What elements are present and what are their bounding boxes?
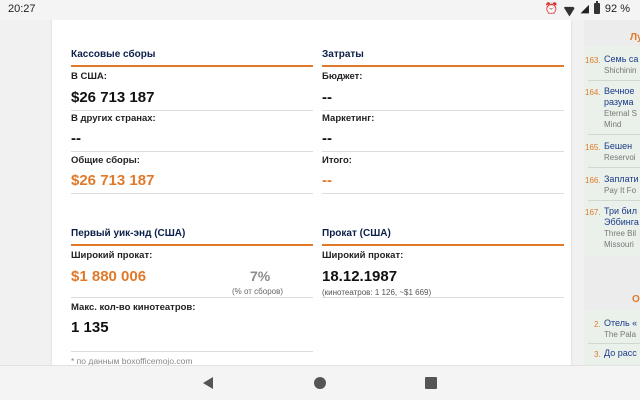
opening-weekend-title: Первый уик-энд (США) xyxy=(71,228,313,246)
marketing-value: -- xyxy=(322,130,332,147)
sidebar-item-title[interactable]: До расс xyxy=(604,348,637,358)
divider xyxy=(71,110,313,111)
sidebar-item-number: 166. xyxy=(585,176,601,185)
sidebar-item-subtitle: Pay It Fo xyxy=(604,186,637,195)
box-office-section: Кассовые сборы xyxy=(71,49,313,67)
sidebar-item-number: 165. xyxy=(585,143,601,152)
sidebar-item-subtitle: The Pala xyxy=(604,330,637,339)
battery-icon xyxy=(593,1,600,14)
wifi-icon xyxy=(563,4,575,14)
sidebar-top-list: Лу 163. Семь са Shichinin 164. Вечное ра… xyxy=(584,20,640,365)
divider xyxy=(71,151,313,152)
max-theaters-label: Макс. кол-во кинотеатров: xyxy=(71,302,196,313)
sidebar-item-title-line2[interactable]: разума xyxy=(604,97,634,107)
budget-label: Бюджет: xyxy=(322,71,363,82)
costs-total-label: Итого: xyxy=(322,155,352,166)
battery-percent: 92 % xyxy=(604,2,630,15)
sidebar-item-title[interactable]: Вечное xyxy=(604,86,634,96)
divider xyxy=(322,297,564,298)
usa-label: В США: xyxy=(71,71,107,82)
sidebar-item-number: 163. xyxy=(585,56,601,65)
sidebar-item-number: 3. xyxy=(594,350,601,359)
opening-wide-value: $1 880 006 xyxy=(71,268,147,285)
signal-icon: ◢ xyxy=(580,3,589,15)
costs-section: Затраты xyxy=(322,49,564,67)
opening-weekend-section: Первый уик-энд (США) xyxy=(71,228,313,246)
divider xyxy=(322,151,564,152)
total-gross-value: $26 713 187 xyxy=(71,172,155,189)
navigation-bar xyxy=(0,365,640,400)
box-office-title: Кассовые сборы xyxy=(71,49,313,67)
opening-wide-label: Широкий прокат: xyxy=(71,250,153,261)
sidebar-item-number: 2. xyxy=(594,320,601,329)
alarm-icon: ⏰ xyxy=(544,3,559,15)
sidebar-list: 163. Семь са Shichinin 164. Вечное разум… xyxy=(584,46,640,256)
costs-total-value: -- xyxy=(322,172,332,189)
divider xyxy=(322,110,564,111)
marketing-label: Маркетинг: xyxy=(322,113,375,124)
max-theaters-value: 1 135 xyxy=(71,319,109,336)
sidebar-item-number: 164. xyxy=(585,88,601,97)
sidebar-item-subtitle-line2: Mind xyxy=(604,120,622,129)
release-section: Прокат (США) xyxy=(322,228,564,246)
release-wide-label: Широкий прокат: xyxy=(322,250,404,261)
sidebar-list-2: 2. Отель « The Pala 3. До расс xyxy=(584,310,640,365)
budget-value: -- xyxy=(322,89,332,106)
sidebar-item-title[interactable]: Семь са xyxy=(604,54,638,64)
sidebar-divider xyxy=(588,80,640,81)
sidebar-item-title[interactable]: Три бил xyxy=(604,206,637,216)
sidebar-heading-top: Лу xyxy=(630,32,640,43)
home-circle-icon[interactable] xyxy=(314,377,326,389)
release-title: Прокат (США) xyxy=(322,228,564,246)
page-content[interactable]: Кассовые сборы В США: $26 713 187 В друг… xyxy=(0,20,640,365)
sidebar-heading-bottom: Оз xyxy=(632,294,640,305)
back-triangle-icon[interactable] xyxy=(203,377,213,389)
other-countries-value: -- xyxy=(71,130,81,147)
sidebar-item-subtitle: Three Bil xyxy=(604,229,637,238)
divider xyxy=(322,193,564,194)
opening-percent: 7% xyxy=(250,268,271,284)
box-office-panel: Кассовые сборы В США: $26 713 187 В друг… xyxy=(52,20,571,365)
status-bar: 20:27 ⏰ ◢ 92 % xyxy=(0,0,640,20)
opening-percent-note: (% от сборов) xyxy=(232,287,284,296)
divider xyxy=(71,193,313,194)
other-countries-label: В других странах: xyxy=(71,113,156,124)
clock: 20:27 xyxy=(8,3,36,15)
release-wide-date: 18.12.1987 xyxy=(322,268,398,285)
costs-title: Затраты xyxy=(322,49,564,67)
sidebar-item-subtitle: Eternal S xyxy=(604,109,637,118)
sidebar-divider xyxy=(588,343,640,344)
sidebar-item-title-line2[interactable]: Эббинга xyxy=(604,217,639,227)
sidebar-item-subtitle-line2: Missouri xyxy=(604,240,634,249)
release-wide-note: (кинотеатров: 1 126, ~$1 669) xyxy=(322,288,432,297)
source-footnote: * по данным boxofficemojo.com xyxy=(71,356,193,365)
status-icons: ⏰ ◢ 92 % xyxy=(544,1,630,15)
sidebar-item-subtitle: Reservoi xyxy=(604,153,636,162)
divider xyxy=(71,297,313,298)
sidebar-item-title[interactable]: Отель « xyxy=(604,318,637,328)
sidebar-item-title[interactable]: Заплати xyxy=(604,174,639,184)
total-gross-label: Общие сборы: xyxy=(71,155,140,166)
sidebar-item-subtitle: Shichinin xyxy=(604,66,637,75)
sidebar-divider xyxy=(588,167,640,168)
sidebar-item-title[interactable]: Бешен xyxy=(604,141,632,151)
sidebar-divider xyxy=(588,200,640,201)
usa-value: $26 713 187 xyxy=(71,89,155,106)
divider xyxy=(71,351,313,352)
sidebar-item-number: 167. xyxy=(585,208,601,217)
recent-square-icon[interactable] xyxy=(425,377,437,389)
sidebar-divider xyxy=(588,134,640,135)
